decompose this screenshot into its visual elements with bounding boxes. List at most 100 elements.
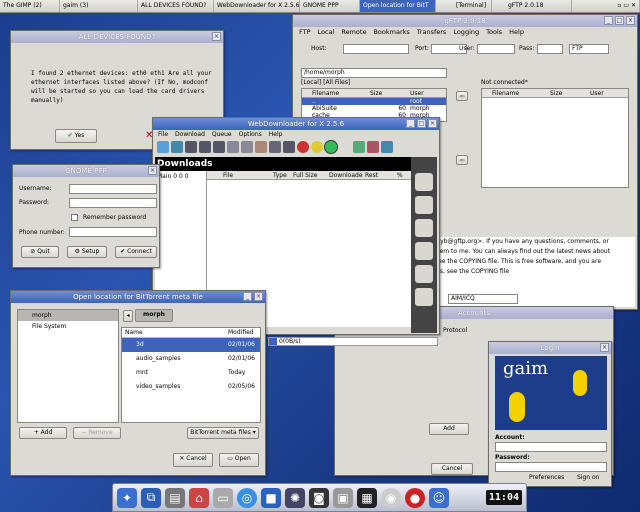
camera-icon[interactable]: ◙ — [309, 487, 329, 508]
document-icon[interactable] — [415, 219, 433, 237]
cd-icon[interactable]: ◉ — [381, 487, 401, 508]
download-arrow-button[interactable]: ⇦ — [456, 155, 468, 165]
yellow-light-icon[interactable] — [311, 141, 323, 153]
move-up-icon[interactable] — [227, 141, 239, 153]
task-gaim[interactable]: gaim (3) — [60, 0, 138, 12]
menu-options[interactable]: Options — [239, 130, 262, 139]
file-row[interactable]: mnt Today — [122, 366, 260, 380]
maximize-icon[interactable]: □ — [417, 119, 426, 128]
add-download-icon[interactable] — [157, 141, 169, 153]
archive-icon[interactable] — [415, 288, 433, 306]
printer-icon[interactable]: ▤ — [165, 487, 185, 508]
monitor-icon[interactable]: ▣ — [333, 487, 353, 508]
menu-ftp[interactable]: FTP — [299, 27, 311, 38]
menu-help[interactable]: Help — [509, 27, 524, 38]
move-down-icon[interactable] — [241, 141, 253, 153]
aim-protocol-select[interactable]: AIM/ICQ — [448, 294, 518, 304]
menu-tools[interactable]: Tools — [486, 27, 502, 38]
col-filename[interactable]: Filename — [302, 89, 370, 97]
close-icon[interactable]: × — [148, 166, 157, 175]
sound-icon[interactable] — [415, 242, 433, 260]
col-downloaded[interactable]: Downloade — [329, 171, 365, 179]
red-light-icon[interactable] — [297, 141, 309, 153]
menu-download[interactable]: Download — [175, 130, 205, 139]
log-icon[interactable] — [255, 141, 267, 153]
local-path-field[interactable]: /home/morph — [301, 68, 447, 78]
remote-col-size[interactable]: Size — [550, 89, 590, 97]
close-icon[interactable]: × — [600, 343, 609, 352]
queue-main-row[interactable]: Main 0 0 0 — [155, 171, 206, 182]
minimize-icon[interactable]: _ — [243, 292, 252, 301]
remember-checkbox[interactable] — [71, 214, 78, 221]
col-size[interactable]: Size — [370, 89, 410, 97]
accounts-add-button[interactable]: Add — [429, 423, 469, 435]
stop-sign-icon[interactable]: ● — [405, 487, 425, 508]
image-icon[interactable] — [415, 196, 433, 214]
menu-local[interactable]: Local — [318, 27, 335, 38]
preferences-button[interactable]: Preferences — [529, 474, 564, 481]
close-icon[interactable]: × — [626, 16, 635, 25]
menu-remote[interactable]: Remote — [341, 27, 366, 38]
place-home[interactable]: morph — [18, 310, 118, 321]
user-input[interactable] — [477, 44, 515, 54]
video-icon[interactable] — [415, 265, 433, 283]
task-bittorrent[interactable]: Open location for BitT — [360, 0, 436, 12]
stop-icon[interactable] — [199, 141, 211, 153]
task-gimp[interactable]: The GIMP (2) — [0, 0, 60, 12]
col-modified[interactable]: Modified — [228, 328, 254, 337]
password-input[interactable] — [495, 462, 607, 472]
file-list[interactable]: Name Modified 3d 02/01/06 audio_samples 02… — [121, 327, 261, 423]
minimize-icon[interactable]: _ — [604, 16, 613, 25]
menu-logging[interactable]: Logging — [453, 27, 479, 38]
upload-arrow-button[interactable]: ⇦ — [456, 91, 468, 101]
back-arrow-icon[interactable]: ◂ — [123, 310, 133, 322]
menu-queue[interactable]: Queue — [212, 130, 232, 139]
protocol-select[interactable]: FTP — [569, 44, 609, 54]
pass-input[interactable] — [537, 44, 563, 54]
network-icon[interactable]: ⧉ — [141, 487, 161, 508]
cancel-button[interactable]: ✕ Cancel — [173, 453, 213, 467]
close-icon[interactable]: × — [254, 292, 263, 301]
green-light-icon[interactable] — [324, 140, 338, 154]
star-icon[interactable]: ✦ — [117, 487, 137, 508]
open-button[interactable]: ▭ Open — [219, 453, 259, 467]
col-full-size[interactable]: Full Size — [293, 171, 329, 179]
maximize-icon[interactable]: □ — [615, 16, 624, 25]
col-type[interactable]: Type — [273, 171, 293, 179]
tools-icon[interactable] — [283, 141, 295, 153]
disk-icon[interactable]: ▭ — [213, 487, 233, 508]
col-user[interactable]: User — [410, 89, 424, 97]
signon-button[interactable]: Sign on — [577, 474, 599, 481]
table-row[interactable]: AbiSuite 60 morph — [302, 105, 446, 112]
paste-icon[interactable] — [171, 141, 183, 153]
setup-button[interactable]: ⚙ Setup — [67, 246, 107, 258]
username-input[interactable] — [69, 184, 157, 194]
accounts-cancel-button[interactable]: Cancel — [431, 463, 473, 475]
start-icon[interactable] — [185, 141, 197, 153]
remote-col-user[interactable]: User — [590, 89, 604, 97]
satellite-icon[interactable]: ✺ — [285, 487, 305, 508]
taskbar-window-controls[interactable]: ▫ ▭ ✕ — [572, 0, 640, 12]
col-rest[interactable]: Rest — [365, 171, 397, 179]
col-file[interactable]: File — [207, 171, 273, 179]
info-icon[interactable] — [367, 141, 379, 153]
exit-icon[interactable] — [381, 141, 393, 153]
task-webdownloader[interactable]: WebDownloader for X 2.5.6 — [214, 0, 300, 12]
menu-bookmarks[interactable]: Bookmarks — [373, 27, 409, 38]
file-row[interactable]: 3d 02/01/06 — [122, 338, 260, 352]
task-gftp[interactable]: gFTP 2.0.18 — [492, 0, 572, 12]
col-name[interactable]: Name — [122, 328, 228, 337]
file-row[interactable]: video_samples 02/05/06 — [122, 380, 260, 394]
menu-file[interactable]: File — [158, 130, 168, 139]
yes-button[interactable]: ✔ Yes — [55, 129, 97, 143]
place-filesystem[interactable]: File System — [18, 321, 118, 332]
close-icon[interactable]: × — [212, 32, 221, 41]
phone-combo[interactable] — [69, 227, 157, 237]
menu-transfers[interactable]: Transfers — [417, 27, 447, 38]
file-row[interactable]: audio_samples 02/01/06 — [122, 352, 260, 366]
task-terminal[interactable]: [Terminal] — [436, 0, 492, 12]
host-input[interactable] — [343, 44, 409, 54]
quit-button[interactable]: ⊘ Quit — [21, 246, 59, 258]
film-icon[interactable]: ▦ — [357, 487, 377, 508]
connect-button[interactable]: ✔ Connect — [115, 246, 157, 258]
